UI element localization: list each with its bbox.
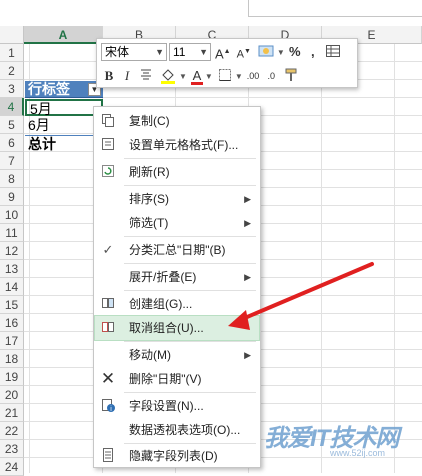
watermark-url: www.52ij.com xyxy=(330,448,386,458)
annotation-arrow xyxy=(228,262,374,330)
arrow-head xyxy=(228,310,250,330)
arrow-shaft xyxy=(238,262,374,322)
